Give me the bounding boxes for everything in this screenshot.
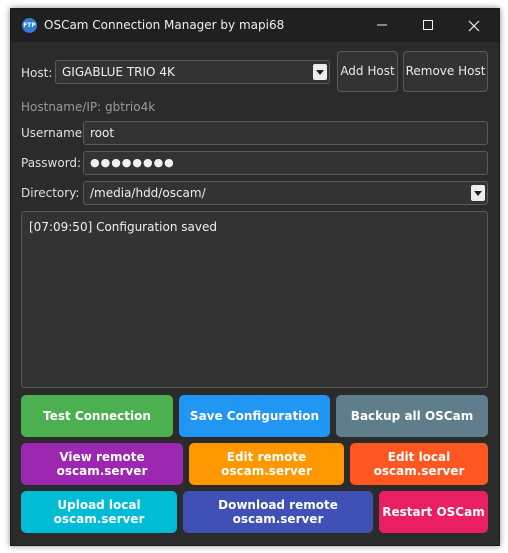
edit-local-button[interactable]: Edit local oscam.server [350,443,488,485]
app-window: FTP OSCam Connection Manager by mapi68 H… [10,8,500,546]
save-configuration-button[interactable]: Save Configuration [179,395,330,437]
log-area[interactable]: [07:09:50] Configuration saved [21,211,488,388]
maximize-icon [423,20,433,30]
backup-all-button[interactable]: Backup all OSCam [336,395,488,437]
host-label: Host: [21,66,53,80]
host-select[interactable]: GIGABLUE TRIO 4K [55,60,330,84]
username-field[interactable]: root [83,121,488,145]
title-bar[interactable]: FTP OSCam Connection Manager by mapi68 [11,9,499,42]
download-remote-button[interactable]: Download remote oscam.server [183,491,373,533]
minimize-button[interactable] [359,9,405,42]
password-field[interactable]: ●●●●●●●● [83,151,488,175]
add-host-button[interactable]: Add Host [337,51,398,92]
edit-remote-button[interactable]: Edit remote oscam.server [189,443,344,485]
password-label: Password: [21,156,82,170]
test-connection-button[interactable]: Test Connection [21,395,173,437]
directory-value: /media/hdd/oscam/ [90,186,206,200]
close-button[interactable] [451,9,497,42]
minimize-icon [377,24,387,26]
host-selected-value: GIGABLUE TRIO 4K [62,65,175,79]
username-label: Username: [21,126,87,140]
chevron-down-icon [313,64,327,80]
directory-label: Directory: [21,186,80,200]
maximize-button[interactable] [405,9,451,42]
log-line: [07:09:50] Configuration saved [29,220,217,234]
restart-oscam-button[interactable]: Restart OSCam [379,491,488,533]
close-icon [468,20,480,32]
hostname-label: Hostname/IP: gbtrio4k [21,100,156,114]
window-title: OSCam Connection Manager by mapi68 [44,18,285,32]
upload-local-button[interactable]: Upload local oscam.server [21,491,177,533]
directory-select[interactable]: /media/hdd/oscam/ [83,181,488,205]
remove-host-button[interactable]: Remove Host [403,51,488,92]
app-icon: FTP [22,18,37,33]
chevron-down-icon [471,185,485,201]
view-remote-button[interactable]: View remote oscam.server [21,443,183,485]
